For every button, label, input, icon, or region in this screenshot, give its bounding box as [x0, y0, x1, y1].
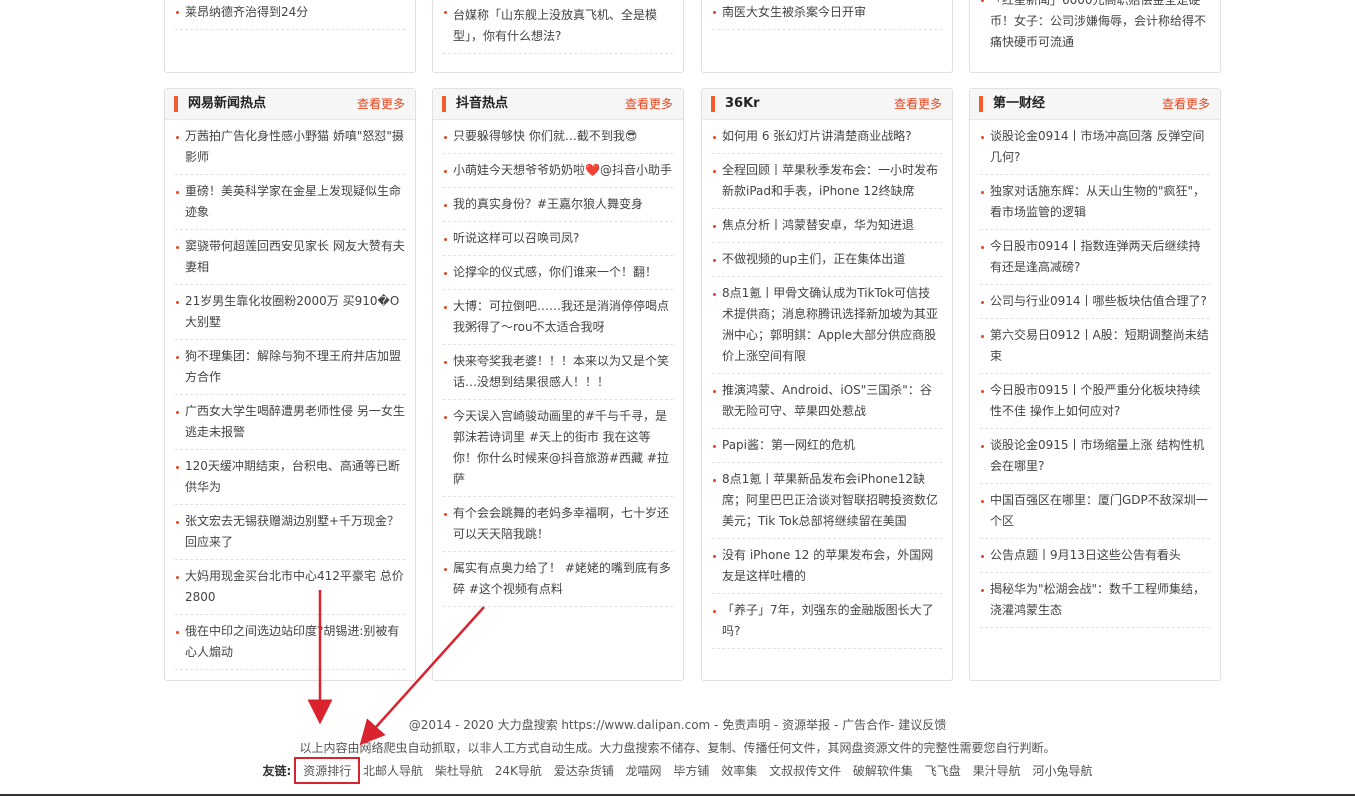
annotation-arrows-icon — [307, 590, 485, 746]
